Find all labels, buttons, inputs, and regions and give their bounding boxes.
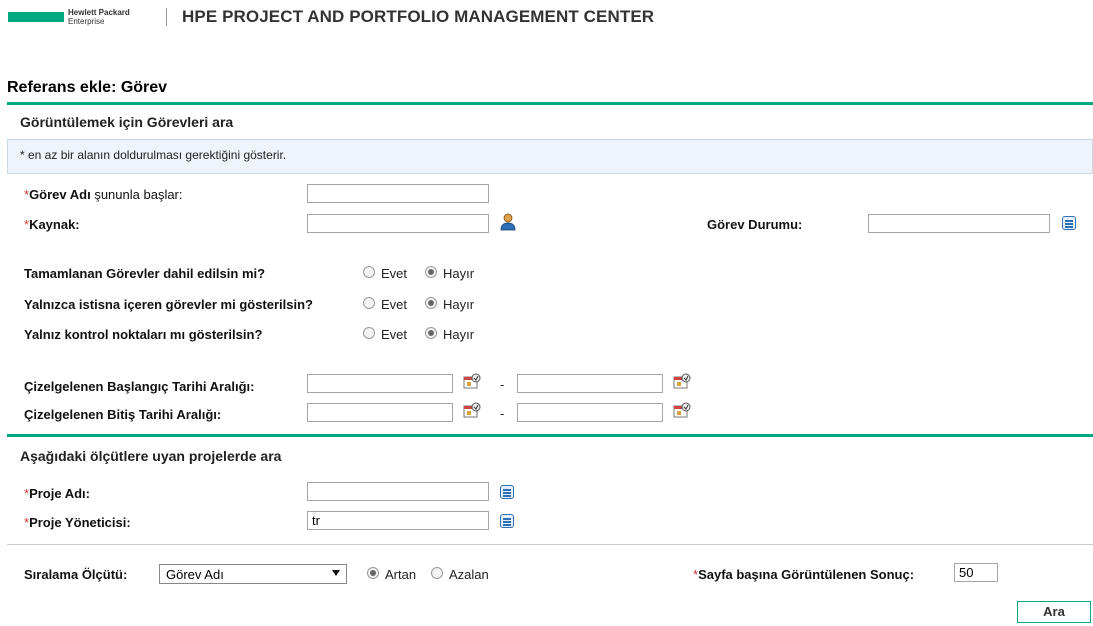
section-title-project-search: Aşağıdaki ölçütlere uyan projelerde ara [20, 448, 282, 464]
header-divider [166, 8, 167, 26]
task-name-input[interactable] [307, 184, 489, 203]
chevron-down-icon [332, 570, 340, 576]
radio-sort-desc-label: Azalan [449, 567, 489, 582]
radio-completed-no-label: Hayır [443, 266, 475, 281]
radio-milestones-yes-label: Evet [381, 327, 408, 342]
start-range-label: Çizelgelenen Başlangıç Tarihi Aralığı: [24, 379, 255, 394]
end-range-label: Çizelgelenen Bitiş Tarihi Aralığı: [24, 407, 222, 422]
radio-completed-yes[interactable] [363, 266, 375, 278]
task-status-label: Görev Durumu: [707, 217, 803, 232]
hpe-logo-bar [8, 12, 64, 22]
calendar-icon[interactable] [463, 402, 481, 418]
question-label-milestones: Yalnız kontrol noktaları mı gösterilsin? [24, 327, 263, 342]
radio-exceptions-yes[interactable] [363, 297, 375, 309]
question-label-exceptions: Yalnızca istisna içeren görevler mi göst… [24, 297, 314, 312]
calendar-icon[interactable] [463, 373, 481, 389]
list-picker-icon[interactable] [500, 514, 514, 528]
user-picker-icon[interactable] [500, 213, 516, 231]
section-divider [7, 102, 1093, 105]
radio-exceptions-no-label: Hayır [443, 297, 475, 312]
start-range-from-input[interactable] [307, 374, 453, 393]
radio-milestones-no-label: Hayır [443, 327, 475, 342]
radio-milestones-yes[interactable] [363, 327, 375, 339]
sort-label: Sıralama Ölçütü: [24, 567, 128, 582]
radio-sort-asc[interactable] [367, 567, 379, 579]
project-manager-input[interactable] [307, 511, 489, 530]
radio-completed-yes-label: Evet [381, 266, 408, 281]
sort-select[interactable]: Görev Adı [159, 564, 347, 584]
radio-sort-asc-label: Artan [385, 567, 417, 582]
section-title-task-search: Görüntülemek için Görevleri ara [20, 114, 234, 130]
radio-exceptions-no[interactable] [425, 297, 437, 309]
hpe-logo-text: Hewlett Packard Enterprise [68, 8, 130, 26]
range-separator: - [500, 406, 505, 421]
section-divider [7, 434, 1093, 437]
page-title: Referans ekle: Görev [7, 79, 168, 96]
task-name-label: *Görev Adı şununla başlar: [24, 187, 183, 202]
brand-line1: Hewlett Packard [68, 8, 130, 17]
range-separator: - [500, 377, 505, 392]
app-title: HPE PROJECT AND PORTFOLIO MANAGEMENT CEN… [182, 7, 655, 26]
radio-completed-no[interactable] [425, 266, 437, 278]
project-name-label: *Proje Adı: [24, 486, 90, 501]
task-status-input[interactable] [868, 214, 1050, 233]
footer-divider [7, 544, 1093, 545]
search-button[interactable]: Ara [1017, 601, 1091, 623]
calendar-icon[interactable] [673, 402, 691, 418]
radio-sort-desc[interactable] [431, 567, 443, 579]
radio-exceptions-yes-label: Evet [381, 297, 408, 312]
sort-select-value: Görev Adı [166, 567, 224, 582]
question-label-completed: Tamamlanan Görevler dahil edilsin mi? [24, 266, 266, 281]
list-picker-icon[interactable] [500, 485, 514, 499]
end-range-from-input[interactable] [307, 403, 453, 422]
calendar-icon[interactable] [673, 373, 691, 389]
project-manager-label: *Proje Yöneticisi: [24, 515, 131, 530]
resource-input[interactable] [307, 214, 489, 233]
per-page-label: *Sayfa başına Görüntülenen Sonuç: [693, 567, 915, 582]
info-text: * en az bir alanın doldurulması gerektiğ… [20, 148, 287, 162]
list-picker-icon[interactable] [1062, 216, 1076, 230]
radio-milestones-no[interactable] [425, 327, 437, 339]
per-page-input[interactable] [954, 563, 998, 582]
end-range-to-input[interactable] [517, 403, 663, 422]
brand-line2: Enterprise [68, 17, 105, 26]
start-range-to-input[interactable] [517, 374, 663, 393]
project-name-input[interactable] [307, 482, 489, 501]
resource-label: *Kaynak: [24, 217, 80, 232]
